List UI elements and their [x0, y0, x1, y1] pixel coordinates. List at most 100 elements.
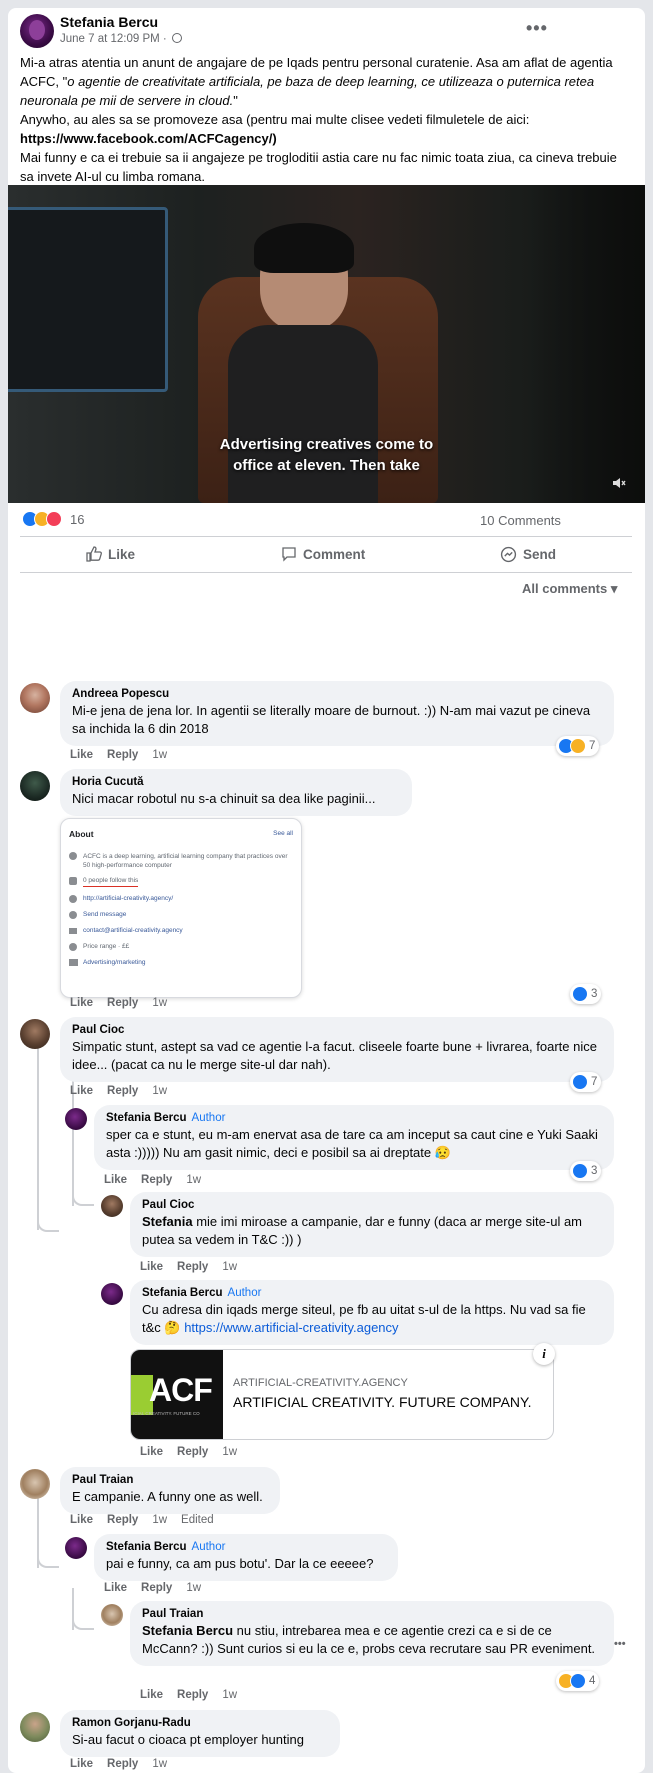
comment-time[interactable]: 1w	[186, 1174, 201, 1186]
about-row: contact@artificial-creativity.agency	[69, 927, 183, 934]
comment-reactions[interactable]: 7	[556, 736, 600, 756]
about-see-all: See all	[273, 830, 293, 837]
post-video[interactable]: Advertising creatives come to office at …	[8, 185, 645, 503]
comment-author[interactable]: Horia Cucută	[72, 776, 400, 788]
comments-count[interactable]: 10 Comments	[480, 513, 561, 528]
mention[interactable]: Stefania	[142, 1214, 193, 1229]
comment-time[interactable]: 1w	[222, 1261, 237, 1273]
video-caption: Advertising creatives come to office at …	[219, 436, 434, 474]
comment-bubble: Paul Cioc Simpatic stunt, astept sa vad …	[60, 1017, 614, 1082]
globe-icon	[69, 895, 77, 903]
commenter-avatar[interactable]	[20, 683, 50, 713]
like-comment-button[interactable]: Like	[70, 1085, 93, 1097]
like-comment-button[interactable]: Like	[70, 749, 93, 761]
like-comment-button[interactable]: Like	[70, 997, 93, 1009]
reply-button[interactable]: Reply	[177, 1446, 208, 1458]
comment-bubble: Andreea Popescu Mi-e jena de jena lor. I…	[60, 681, 614, 746]
reply-button[interactable]: Reply	[141, 1582, 172, 1594]
like-comment-button[interactable]: Like	[140, 1446, 163, 1458]
like-comment-button[interactable]: Like	[140, 1689, 163, 1701]
comment-text: Si-au facut o cioaca pt employer hunting	[72, 1732, 304, 1747]
comment-reactions[interactable]: 3	[570, 1161, 602, 1181]
divider	[20, 536, 632, 537]
like-comment-button[interactable]: Like	[70, 1514, 93, 1526]
comment-author[interactable]: Stefania Bercu Author	[106, 1112, 602, 1124]
post-body: Mi-a atras atentia un anunt de angajare …	[20, 55, 617, 184]
mute-icon[interactable]	[612, 476, 626, 490]
like-comment-button[interactable]: Like	[140, 1261, 163, 1273]
comment-author[interactable]: Stefania Bercu Author	[106, 1541, 386, 1553]
comment-sort-dropdown[interactable]: All comments ▾	[522, 581, 617, 597]
reply-bubble: Paul Traian Stefania Bercu nu stiu, intr…	[130, 1601, 614, 1666]
comment-more-options-icon[interactable]: •••	[614, 1638, 626, 1650]
comment-reactions[interactable]: 4	[556, 1671, 600, 1691]
divider	[20, 572, 632, 573]
comment-author[interactable]: Paul Cioc	[142, 1199, 602, 1211]
comment-image-about[interactable]: About See all ACFC is a deep learning, a…	[60, 818, 302, 998]
reply-button[interactable]: Reply	[107, 997, 138, 1009]
commenter-avatar[interactable]	[65, 1108, 87, 1130]
comment-author[interactable]: Stefania Bercu Author	[142, 1287, 602, 1299]
comment-time[interactable]: 1w	[222, 1689, 237, 1701]
comment-author[interactable]: Paul Cioc	[72, 1024, 602, 1036]
comment-button[interactable]: Comment	[281, 546, 365, 562]
reply-button[interactable]: Reply	[107, 749, 138, 761]
like-button[interactable]: Like	[86, 546, 135, 562]
commenter-avatar[interactable]	[65, 1537, 87, 1559]
like-comment-button[interactable]: Like	[70, 1758, 93, 1770]
comment-icon	[282, 547, 296, 562]
post-date[interactable]: June 7 at 12:09 PM ·	[60, 33, 182, 45]
comment-text: Nici macar robotul nu s-a chinuit sa dea…	[72, 791, 376, 806]
send-button[interactable]: Send	[500, 546, 556, 563]
info-icon[interactable]: i	[533, 1343, 555, 1365]
comment-author[interactable]: Paul Traian	[142, 1608, 602, 1620]
like-comment-button[interactable]: Like	[104, 1174, 127, 1186]
commenter-avatar[interactable]	[101, 1195, 123, 1217]
reply-button[interactable]: Reply	[177, 1689, 208, 1701]
post-author-avatar[interactable]	[20, 14, 54, 48]
commenter-avatar[interactable]	[101, 1604, 123, 1626]
reply-button[interactable]: Reply	[177, 1261, 208, 1273]
comment-actions: Like Reply 1w	[140, 1689, 251, 1701]
post-link[interactable]: https://www.facebook.com/ACFCagency/)	[20, 131, 277, 146]
comment-author[interactable]: Andreea Popescu	[72, 688, 602, 700]
thread-line	[37, 1034, 39, 1230]
comment-text: Stefania Bercu nu stiu, intrebarea mea e…	[142, 1623, 596, 1656]
comment-time[interactable]: 1w	[152, 1758, 167, 1770]
post-reactions[interactable]: 16	[22, 511, 84, 527]
followers-icon	[69, 877, 77, 885]
comment-time[interactable]: 1w	[152, 997, 167, 1009]
thread-line	[72, 1184, 94, 1206]
link-preview-title: ARTIFICIAL CREATIVITY. FUTURE COMPANY.	[233, 1394, 532, 1410]
reply-button[interactable]: Reply	[107, 1085, 138, 1097]
post-author-name[interactable]: Stefania Bercu	[60, 14, 158, 30]
comment-reactions[interactable]: 7	[570, 1072, 602, 1092]
mention[interactable]: Stefania Bercu	[142, 1623, 233, 1638]
about-row: http://artificial-creativity.agency/	[69, 895, 173, 903]
globe-icon	[171, 33, 182, 43]
reply-button[interactable]: Reply	[107, 1758, 138, 1770]
comment-author[interactable]: Paul Traian	[72, 1474, 268, 1486]
like-reaction-icon	[572, 986, 588, 1002]
comment-author[interactable]: Ramon Gorjanu-Radu	[72, 1717, 328, 1729]
commenter-avatar[interactable]	[20, 771, 50, 801]
comment-time[interactable]: 1w	[152, 1514, 167, 1526]
commenter-avatar[interactable]	[101, 1283, 123, 1305]
thread-line	[72, 1610, 94, 1630]
commenter-avatar[interactable]	[20, 1019, 50, 1049]
more-options-icon[interactable]: •••	[526, 18, 548, 39]
commenter-avatar[interactable]	[20, 1469, 50, 1499]
link-preview-card[interactable]: ACF ICIAL CREATIVITY. FUTURE CO ARTIFICI…	[130, 1349, 554, 1440]
video-tv-frame	[8, 207, 168, 392]
like-comment-button[interactable]: Like	[104, 1582, 127, 1594]
comment-time[interactable]: 1w	[186, 1582, 201, 1594]
comment-link[interactable]: https://www.artificial-creativity.agency	[184, 1320, 398, 1335]
reply-button[interactable]: Reply	[107, 1514, 138, 1526]
comment-time[interactable]: 1w	[152, 1085, 167, 1097]
comment-time[interactable]: 1w	[152, 749, 167, 761]
reply-button[interactable]: Reply	[141, 1174, 172, 1186]
link-preview-domain: ARTIFICIAL-CREATIVITY.AGENCY	[233, 1377, 408, 1389]
commenter-avatar[interactable]	[20, 1712, 50, 1742]
comment-reactions[interactable]: 3	[570, 984, 602, 1004]
comment-time[interactable]: 1w	[222, 1446, 237, 1458]
